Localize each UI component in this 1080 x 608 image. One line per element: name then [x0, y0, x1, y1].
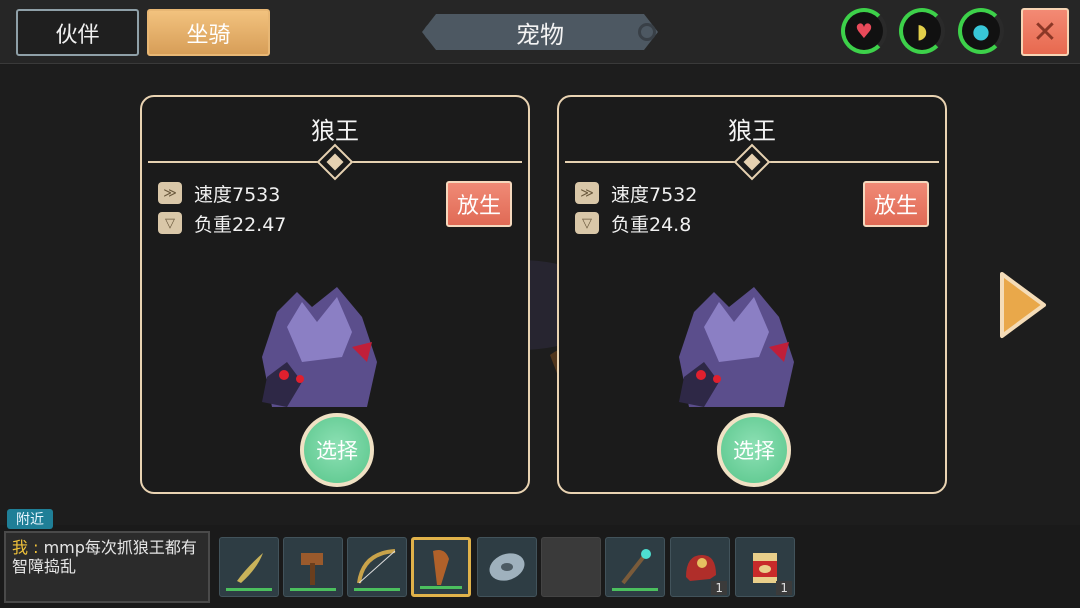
- page-title: 宠物: [422, 14, 658, 50]
- durability-bar: [226, 588, 272, 591]
- dagger-icon: [237, 553, 263, 583]
- banana-icon[interactable]: ◗: [899, 8, 945, 54]
- select-button[interactable]: 选择: [717, 413, 791, 487]
- speed-stat: ≫ 速度7533: [158, 180, 280, 206]
- heart-icon[interactable]: ♥: [841, 8, 887, 54]
- item-count: 1: [711, 581, 727, 595]
- tab-partner[interactable]: 伙伴: [16, 9, 139, 56]
- hotbar-slot[interactable]: [605, 537, 665, 597]
- shield-icon: [489, 553, 525, 581]
- load-value: 负重22.47: [194, 213, 287, 236]
- bag-icon: ▽: [575, 212, 599, 234]
- speed-icon: ≫: [158, 182, 182, 204]
- close-button[interactable]: ✕: [1021, 8, 1069, 56]
- top-bar: 伙伴 坐骑 宠物 ♥ ◗ ● ✕: [0, 0, 1080, 64]
- pet-panel: 狼王 ≫ 速度7533 ▽ 负重22.47 放生 选择 狼王 ≫ 速度7532 …: [0, 65, 1080, 525]
- wolf-king-image: [262, 287, 377, 407]
- hotbar-slot[interactable]: 1: [735, 537, 795, 597]
- release-button[interactable]: 放生: [863, 181, 929, 227]
- speed-icon: ≫: [575, 182, 599, 204]
- pet-card: 狼王 ≫ 速度7533 ▽ 负重22.47 放生 选择: [140, 95, 530, 494]
- next-page-arrow-icon[interactable]: [998, 270, 1048, 340]
- release-button[interactable]: 放生: [446, 181, 512, 227]
- bow-icon: [357, 549, 396, 584]
- select-button[interactable]: 选择: [300, 413, 374, 487]
- durability-bar: [290, 588, 336, 591]
- water-drop-icon[interactable]: ●: [958, 8, 1004, 54]
- club-icon: [433, 550, 449, 585]
- load-stat: ▽ 负重22.47: [158, 210, 286, 236]
- tab-mount[interactable]: 坐骑: [147, 9, 270, 56]
- speed-value: 速度7533: [194, 183, 281, 206]
- durability-bar: [612, 588, 658, 591]
- chat-channel-tab[interactable]: 附近: [7, 509, 53, 529]
- speed-value: 速度7532: [611, 183, 698, 206]
- load-stat: ▽ 负重24.8: [575, 210, 691, 236]
- durability-bar: [420, 586, 462, 589]
- hotbar-slot-selected[interactable]: [411, 537, 471, 597]
- staff-icon: [621, 549, 651, 585]
- pet-name: 狼王: [728, 117, 776, 145]
- chat-speaker: 我: [12, 538, 29, 557]
- durability-bar: [354, 588, 400, 591]
- hotbar-slot[interactable]: [283, 537, 343, 597]
- close-icon: ✕: [1032, 14, 1058, 50]
- hotbar-slot-empty[interactable]: [541, 537, 601, 597]
- chat-separator: :: [28, 538, 44, 557]
- hammer-icon: [301, 553, 323, 585]
- hotbar-slot[interactable]: [219, 537, 279, 597]
- pet-card: 狼王 ≫ 速度7532 ▽ 负重24.8 放生 选择: [557, 95, 947, 494]
- bag-icon: ▽: [158, 212, 182, 234]
- hotbar-slot[interactable]: [347, 537, 407, 597]
- speed-stat: ≫ 速度7532: [575, 180, 697, 206]
- hotbar-slot[interactable]: 1: [670, 537, 730, 597]
- wolf-king-image: [679, 287, 794, 407]
- item-count: 1: [776, 581, 792, 595]
- hotbar-slot[interactable]: [477, 537, 537, 597]
- chat-box[interactable]: 我 : mmp每次抓狼王都有智障捣乱: [4, 531, 210, 603]
- load-value: 负重24.8: [611, 213, 692, 236]
- pet-name: 狼王: [311, 117, 359, 145]
- title-ornament-right: [638, 23, 656, 41]
